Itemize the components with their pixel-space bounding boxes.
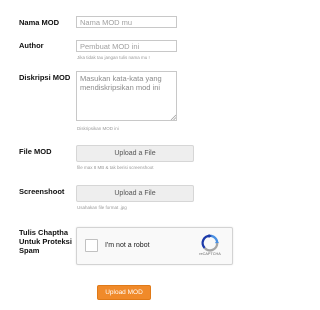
nama-mod-label: Nama MOD [19, 18, 60, 27]
screenshoot-upload-button[interactable]: Upload a File [76, 185, 194, 202]
recaptcha-text: I'm not a robot [105, 242, 150, 249]
deskripsi-textarea[interactable] [76, 71, 177, 121]
file-mod-hint: file max 8 MB & tak berisi screenshoot [77, 165, 154, 170]
author-hint: Jika tidak tau jangan tulis nama mu ! [77, 55, 150, 60]
recaptcha-checkbox[interactable] [85, 239, 98, 252]
upload-mod-button[interactable]: Upload MOD [97, 285, 151, 300]
author-input[interactable] [76, 40, 177, 52]
recaptcha-widget: I'm not a robot reCAPTCHA [76, 227, 233, 265]
screenshoot-label: Screenshoot [19, 187, 65, 196]
deskripsi-hint: Diskripsikan MOD ini [77, 126, 119, 131]
file-mod-upload-button[interactable]: Upload a File [76, 145, 194, 162]
screenshoot-hint: Usahakan file format .jpg [77, 205, 127, 210]
deskripsi-label: Diskripsi MOD [19, 73, 71, 82]
resize-grip-icon[interactable] [170, 114, 176, 120]
captcha-label: Tulis Chaptha Untuk Proteksi Spam [19, 228, 72, 255]
file-mod-label: File MOD [19, 147, 52, 156]
author-label: Author [19, 41, 44, 50]
nama-mod-input[interactable] [76, 16, 177, 28]
recaptcha-brand: reCAPTCHA [199, 252, 221, 256]
recaptcha-icon [201, 234, 219, 252]
